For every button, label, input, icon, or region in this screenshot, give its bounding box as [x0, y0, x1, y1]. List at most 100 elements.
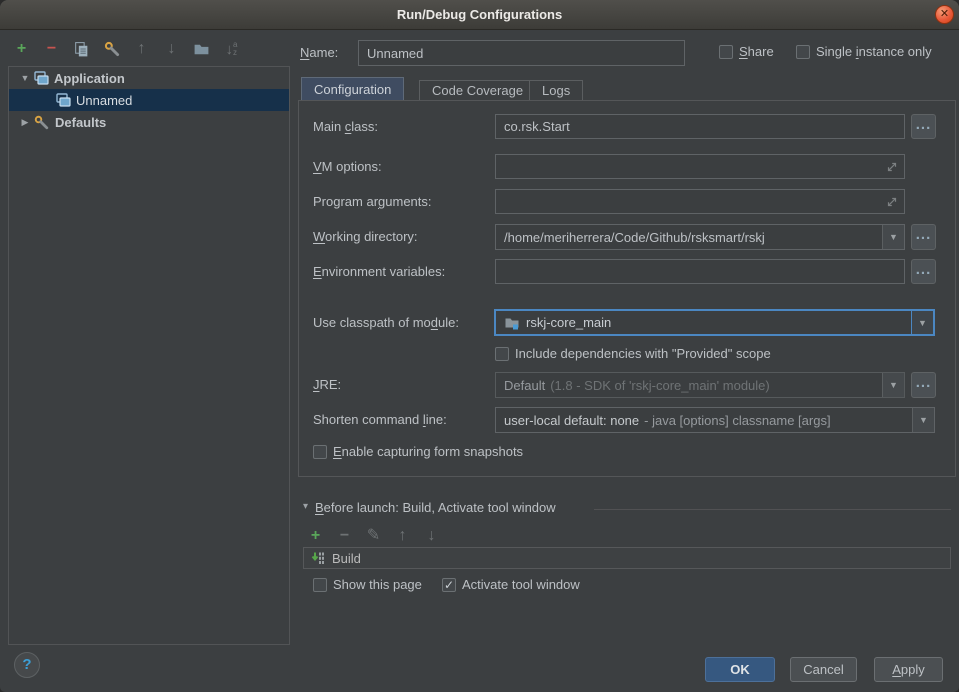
sort-arrow-icon: ↓	[226, 42, 234, 57]
browse-working-directory-button[interactable]: ...	[911, 224, 936, 250]
tab-code-coverage[interactable]: Code Coverage	[419, 80, 536, 101]
classpath-module-combo[interactable]: rskj-core_main ▼	[494, 309, 935, 336]
before-launch-collapse-icon[interactable]: ▾	[303, 501, 308, 512]
jre-combo[interactable]: Default (1.8 - SDK of 'rskj-core_main' m…	[495, 372, 905, 398]
name-field[interactable]: Unnamed	[358, 40, 685, 66]
plus-icon: +	[311, 528, 320, 544]
text-part: E	[313, 264, 322, 279]
browse-environment-variables-button[interactable]: ...	[911, 259, 936, 284]
move-down-button[interactable]: ↓	[162, 40, 181, 59]
edit-task-button[interactable]: ✎	[364, 527, 383, 546]
close-icon: ✕	[940, 8, 949, 20]
plus-icon: +	[17, 41, 26, 57]
text-part: efore launch: Build, Activate tool windo…	[324, 500, 556, 515]
move-up-icon: ↑	[399, 528, 407, 544]
collapse-arrow-icon[interactable]: ▶	[17, 117, 33, 128]
remove-task-button[interactable]: −	[335, 527, 354, 546]
share-label[interactable]: Share	[739, 44, 774, 60]
working-directory-value: /home/meriherrera/Code/Github/rsksmart/r…	[504, 230, 765, 245]
sort-configurations-button[interactable]: ↓ a z	[222, 40, 241, 59]
create-folder-button[interactable]	[192, 40, 211, 59]
tab-logs[interactable]: Logs	[529, 80, 583, 101]
move-up-button[interactable]: ↑	[132, 40, 151, 59]
single-instance-checkbox[interactable]	[796, 45, 810, 59]
help-button[interactable]: ?	[14, 652, 40, 678]
window-titlebar[interactable]: Run/Debug Configurations ✕	[0, 0, 959, 30]
shorten-command-line-combo[interactable]: user-local default: none - java [options…	[495, 407, 935, 433]
jre-value-primary: Default	[504, 378, 545, 393]
remove-configuration-button[interactable]: −	[42, 40, 61, 59]
working-directory-dropdown-arrow[interactable]: ▼	[882, 225, 904, 249]
text-part: pply	[901, 662, 925, 677]
sort-az-icon: a z	[233, 41, 237, 57]
text-part: nable capturing form snapshots	[342, 444, 523, 459]
shorten-dropdown-arrow[interactable]: ▼	[912, 408, 934, 432]
browse-jre-button[interactable]: ...	[911, 372, 936, 398]
before-launch-title[interactable]: Before launch: Build, Activate tool wind…	[315, 500, 556, 516]
show-this-page-label[interactable]: Show this page	[333, 577, 422, 593]
activate-tool-window-checkbox[interactable]: ✓	[442, 578, 456, 592]
enable-capturing-checkbox[interactable]	[313, 445, 327, 459]
help-icon: ?	[22, 656, 31, 673]
add-configuration-button[interactable]: +	[12, 40, 31, 59]
text-part: d	[431, 315, 438, 330]
text-part: B	[315, 500, 324, 515]
tree-item-unnamed[interactable]: Unnamed	[9, 89, 289, 111]
single-instance-label[interactable]: Single instance only	[816, 44, 932, 60]
task-move-up-button[interactable]: ↑	[393, 527, 412, 546]
sort-letter-z: z	[233, 49, 237, 57]
ellipsis-icon: ...	[916, 116, 932, 133]
enable-capturing-label[interactable]: Enable capturing form snapshots	[333, 444, 523, 460]
jre-value-secondary: (1.8 - SDK of 'rskj-core_main' module)	[550, 378, 770, 393]
jre-dropdown-arrow[interactable]: ▼	[882, 373, 904, 397]
vm-options-field[interactable]	[495, 154, 905, 179]
ok-button[interactable]: OK	[705, 657, 775, 682]
combo-arrow-icon: ▼	[918, 318, 927, 328]
task-row-build[interactable]: Build	[310, 550, 361, 566]
add-task-button[interactable]: +	[306, 527, 325, 546]
show-this-page-checkbox[interactable]	[313, 578, 327, 592]
move-down-icon: ↓	[428, 528, 436, 544]
pencil-icon: ✎	[367, 528, 380, 544]
tab-configuration[interactable]: Configuration	[301, 77, 404, 101]
working-directory-combo[interactable]: /home/meriherrera/Code/Github/rsksmart/r…	[495, 224, 905, 250]
configurations-tree: ▼ Application Unnamed ▶ Defaults	[8, 66, 290, 645]
apply-button[interactable]: Apply	[874, 657, 943, 682]
edit-defaults-button[interactable]	[102, 40, 121, 59]
include-provided-label[interactable]: Include dependencies with "Provided" sco…	[515, 346, 771, 362]
main-class-field[interactable]: co.rsk.Start	[495, 114, 905, 139]
classpath-module-value: rskj-core_main	[526, 315, 611, 330]
tree-item-label: Application	[54, 71, 125, 86]
tree-item-defaults[interactable]: ▶ Defaults	[9, 111, 289, 133]
checkmark-icon: ✓	[444, 578, 454, 592]
use-classpath-label: Use classpath of module:	[313, 310, 459, 335]
task-move-down-button[interactable]: ↓	[422, 527, 441, 546]
before-launch-task-list: Build	[303, 547, 951, 569]
include-provided-checkbox[interactable]	[495, 347, 509, 361]
activate-tool-window-label[interactable]: Activate tool window	[462, 577, 580, 593]
text-part: Use classpath of mo	[313, 315, 431, 330]
close-button[interactable]: ✕	[935, 5, 954, 24]
text-part: N	[300, 45, 309, 60]
browse-main-class-button[interactable]: ...	[911, 114, 936, 139]
cancel-button[interactable]: Cancel	[790, 657, 857, 682]
combo-arrow-icon: ▼	[919, 415, 928, 425]
tab-label: Code Coverage	[432, 83, 523, 98]
environment-variables-field[interactable]	[495, 259, 905, 284]
before-launch-divider	[594, 509, 951, 510]
share-checkbox[interactable]	[719, 45, 733, 59]
text-part: E	[333, 444, 342, 459]
expand-arrow-icon[interactable]: ▼	[17, 73, 33, 83]
text-part: RE:	[320, 377, 342, 392]
main-class-label: Main class:	[313, 114, 378, 139]
expand-field-icon[interactable]	[886, 196, 898, 208]
copy-configuration-button[interactable]	[72, 40, 91, 59]
defaults-wrench-icon	[33, 114, 50, 131]
text-part: Program ar	[313, 194, 378, 209]
minus-icon: −	[340, 528, 349, 544]
classpath-dropdown-arrow[interactable]: ▼	[911, 311, 933, 334]
tree-item-application[interactable]: ▼ Application	[9, 67, 289, 89]
expand-field-icon[interactable]	[886, 161, 898, 173]
program-arguments-field[interactable]	[495, 189, 905, 214]
text-part: ame:	[309, 45, 338, 60]
